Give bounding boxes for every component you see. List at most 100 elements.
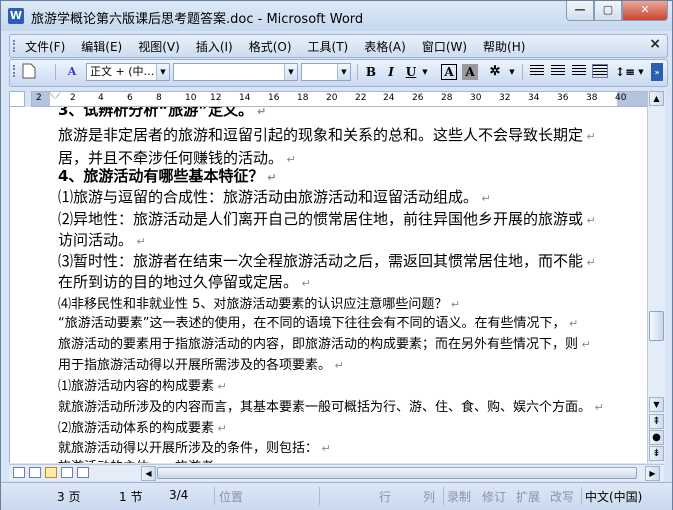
style-combo[interactable]: 正文 + (中… ▼: [86, 63, 170, 81]
vertical-scroll-thumb[interactable]: [649, 311, 664, 341]
status-pages: 3/4: [169, 488, 189, 502]
document-close-button[interactable]: ×: [649, 36, 661, 52]
web-layout-view-icon[interactable]: [29, 467, 41, 478]
document-line: ⑵异地性：旅游活动是人们离开自己的惯常居住地，前往异国他乡开展的旅游或 ↵: [58, 208, 596, 229]
document-line: ⑴旅游与逗留的合成性：旅游活动由旅游活动和逗留活动组成。 ↵: [58, 186, 491, 207]
menu-edit[interactable]: 编辑(E): [81, 38, 122, 55]
scroll-down-button[interactable]: ▼: [649, 397, 664, 412]
status-track-changes[interactable]: 修订: [482, 488, 506, 505]
status-overtype[interactable]: 改写: [550, 488, 574, 505]
vertical-scrollbar[interactable]: ▲ ▼ ⇞ ● ⇟: [647, 91, 665, 463]
line-text: 访问活动。: [58, 231, 134, 249]
first-line-indent-marker[interactable]: [50, 92, 60, 98]
paragraph-mark-icon: ↵: [583, 256, 596, 269]
justify-icon[interactable]: [592, 64, 608, 78]
chevron-down-icon[interactable]: ▼: [156, 64, 169, 80]
close-button[interactable]: ✕: [622, 1, 668, 21]
scroll-up-button[interactable]: ▲: [649, 91, 664, 106]
paragraph-mark-icon: ↵: [583, 130, 596, 143]
chevron-down-icon[interactable]: ▼: [636, 63, 646, 81]
select-browse-object-button[interactable]: ●: [649, 430, 664, 445]
toolbar-grip-icon[interactable]: [13, 40, 18, 52]
menu-table[interactable]: 表格(A): [364, 38, 406, 55]
toolbar-grip-icon[interactable]: [13, 65, 18, 77]
chevron-down-icon[interactable]: ▼: [284, 64, 297, 80]
next-page-button[interactable]: ⇟: [649, 446, 664, 461]
underline-button[interactable]: U: [402, 63, 420, 81]
reading-layout-view-icon[interactable]: [77, 467, 89, 478]
new-document-icon[interactable]: [20, 63, 38, 81]
align-right-icon[interactable]: [572, 65, 586, 77]
line-text: 用于指旅游活动得以开展所需涉及的各项要素。: [58, 358, 332, 373]
normal-view-icon[interactable]: [13, 467, 25, 478]
line-spacing-icon[interactable]: ↕≡: [614, 63, 636, 81]
document-line: 就旅游活动所涉及的内容而言，其基本要素一般可概括为行、游、住、食、购、娱六个方面…: [58, 396, 604, 415]
print-layout-view-icon[interactable]: [45, 467, 57, 478]
styles-pane-icon[interactable]: A: [62, 63, 82, 81]
font-combo[interactable]: ▼: [173, 63, 298, 81]
menu-bar: 文件(F) 编辑(E) 视图(V) 插入(I) 格式(O) 工具(T) 表格(A…: [9, 34, 668, 58]
menu-insert[interactable]: 插入(I): [196, 38, 233, 55]
status-section: 1 节: [119, 490, 143, 504]
italic-button[interactable]: I: [382, 63, 400, 81]
status-position: 位置: [219, 490, 244, 504]
line-text: ⑵旅游活动体系的构成要素: [58, 421, 215, 436]
menu-file[interactable]: 文件(F): [25, 38, 65, 55]
title-bar[interactable]: W 旅游学概论第六版课后思考题答案.doc - Microsoft Word —…: [1, 1, 672, 31]
outline-view-icon[interactable]: [61, 467, 73, 478]
document-line: 旅游活动的要素用于指旅游活动的内容，即旅游活动的构成要素；而在另外有些情况下，则…: [58, 333, 591, 352]
menu-format[interactable]: 格式(O): [249, 38, 292, 55]
scroll-right-button[interactable]: ▶: [645, 466, 660, 481]
bold-button[interactable]: B: [362, 63, 380, 81]
align-left-icon[interactable]: [530, 65, 544, 77]
maximize-button[interactable]: ▢: [594, 1, 622, 21]
ruler-number: 2: [36, 93, 42, 103]
word-icon[interactable]: W: [8, 8, 24, 24]
paragraph-mark-icon: ↵: [253, 107, 267, 118]
ruler-number: 22: [355, 93, 367, 103]
ruler-number: 10: [185, 93, 197, 103]
document-line: ⑴旅游活动内容的构成要素 ↵: [58, 375, 227, 394]
horizontal-ruler[interactable]: 2 2 4 6 8 10 12 14 16 18 20 22 24 26 28 30 32 34 36 38 40: [31, 91, 653, 107]
horizontal-scrollbar: ◀ ▶: [9, 464, 664, 481]
line-text: ⑵异地性：旅游活动是人们离开自己的惯常居住地，前往异国他乡开展的旅游或: [58, 210, 584, 228]
ruler-number: 40: [615, 93, 627, 103]
ruler-number: 14: [239, 93, 251, 103]
scroll-left-button[interactable]: ◀: [141, 466, 156, 481]
text-effects-icon[interactable]: ✲: [483, 63, 507, 81]
paragraph-mark-icon: ↵: [591, 401, 604, 414]
line-text: 旅游活动的主体——旅游者: [58, 460, 214, 463]
ruler-number: 28: [441, 93, 453, 103]
chevron-down-icon[interactable]: ▼: [337, 64, 350, 80]
status-record[interactable]: 录制: [447, 488, 471, 505]
menu-view[interactable]: 视图(V): [138, 38, 180, 55]
document-line: 旅游是非定居者的旅游和逗留引起的现象和关系的总和。这些人不会导致长期定 ↵: [58, 124, 596, 145]
document-line: ⑵旅游活动体系的构成要素 ↵: [58, 417, 227, 436]
char-shading-button[interactable]: A: [462, 64, 478, 80]
font-size-combo[interactable]: ▼: [301, 63, 351, 81]
toolbar-options-icon[interactable]: »: [651, 63, 663, 81]
chevron-down-icon[interactable]: ▼: [420, 63, 430, 81]
char-border-button[interactable]: A: [441, 64, 457, 80]
paragraph-mark-icon: ↵: [565, 317, 579, 330]
line-text: 旅游是非定居者的旅游和逗留引起的现象和关系的总和。这些人不会导致长期定: [58, 126, 584, 144]
menu-window[interactable]: 窗口(W): [422, 38, 467, 55]
status-language[interactable]: 中文(中国): [585, 488, 642, 505]
horizontal-scroll-thumb[interactable]: [157, 467, 637, 479]
document-line: ⑷非移民性和非就业性 5、对旅游活动要素的认识应注意哪些问题？ ↵: [58, 293, 460, 312]
tab-selector[interactable]: [9, 91, 25, 107]
paragraph-mark-icon: ↵: [583, 214, 596, 227]
align-center-icon[interactable]: [551, 65, 565, 77]
minimize-button[interactable]: —: [566, 1, 594, 21]
word-window: W 旅游学概论第六版课后思考题答案.doc - Microsoft Word —…: [0, 0, 673, 510]
status-extend[interactable]: 扩展: [516, 488, 540, 505]
menu-tools[interactable]: 工具(T): [308, 38, 349, 55]
document-area[interactable]: 3、试辨析分析“旅游”定义。 ↵ 旅游是非定居者的旅游和逗留引起的现象和关系的总和…: [9, 107, 648, 463]
ruler-number: 24: [383, 93, 395, 103]
chevron-down-icon[interactable]: ▼: [507, 63, 517, 81]
paragraph-mark-icon: ↵: [214, 461, 227, 463]
paragraph-mark-icon: ↵: [214, 380, 227, 393]
menu-help[interactable]: 帮助(H): [483, 38, 525, 55]
line-text: ⑶暂时性：旅游者在结束一次全程旅游活动之后，需返回其惯常居住地，而不能: [58, 252, 584, 270]
previous-page-button[interactable]: ⇞: [649, 414, 664, 429]
